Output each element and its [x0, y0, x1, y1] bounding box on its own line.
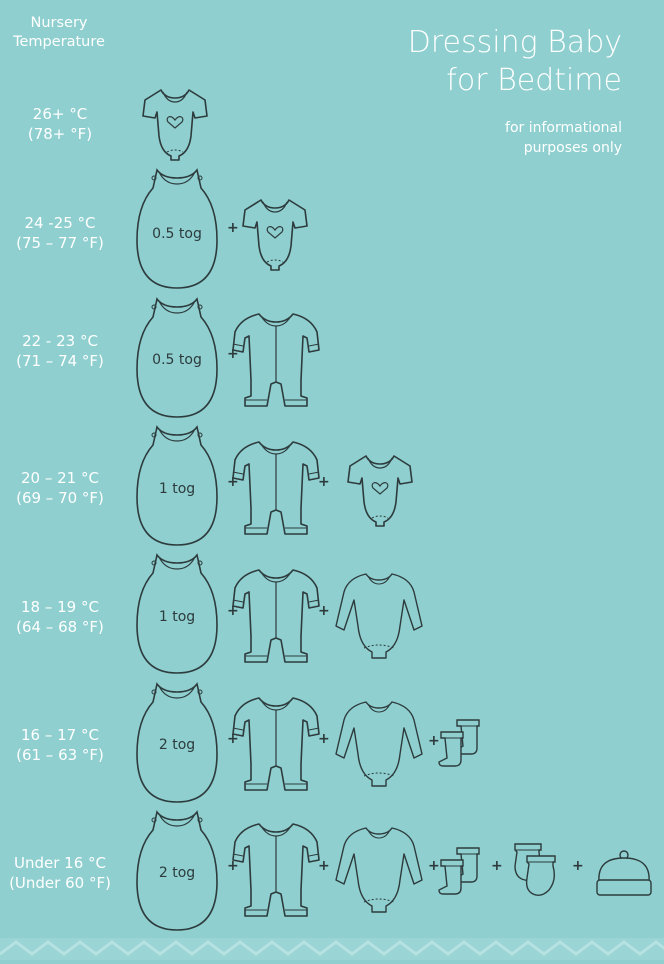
plus-sign: + — [318, 731, 330, 747]
socks-icon — [437, 846, 485, 896]
page-title: Dressing Baby for Bedtime — [408, 24, 622, 100]
disclaimer-line-1: for informational — [505, 120, 622, 136]
celsius-label: Under 16 °C — [14, 854, 106, 872]
sleep-sack-icon: 2 tog — [133, 808, 221, 934]
temperature-column-header: Nursery Temperature — [4, 14, 114, 52]
fahrenheit-label: (61 – 63 °F) — [16, 746, 104, 764]
long-sleeve-bodysuit-icon — [334, 824, 424, 914]
mittens-icon — [511, 842, 559, 898]
tog-rating: 0.5 tog — [152, 226, 202, 242]
plus-sign: + — [318, 858, 330, 874]
celsius-label: 22 - 23 °C — [22, 332, 98, 350]
temperature-label: 22 - 23 °C (71 – 74 °F) — [0, 331, 120, 371]
celsius-label: 20 – 21 °C — [21, 469, 99, 487]
bodysuit-icon — [141, 86, 209, 162]
temperature-label: 26+ °C (78+ °F) — [0, 104, 120, 144]
fahrenheit-label: (75 – 77 °F) — [16, 234, 104, 252]
sleepsuit-icon — [231, 694, 321, 792]
socks-icon — [437, 718, 485, 768]
long-sleeve-bodysuit-icon — [334, 698, 424, 788]
title-line-2: for Bedtime — [446, 63, 622, 98]
plus-sign: + — [318, 474, 330, 490]
sleepsuit-icon — [231, 566, 321, 664]
plus-sign: + — [572, 858, 584, 874]
celsius-label: 18 – 19 °C — [21, 598, 99, 616]
tog-rating: 1 tog — [158, 481, 196, 497]
fahrenheit-label: (69 – 70 °F) — [16, 489, 104, 507]
tog-rating: 0.5 tog — [152, 352, 202, 368]
fahrenheit-label: (64 – 68 °F) — [16, 618, 104, 636]
long-sleeve-bodysuit-icon — [334, 570, 424, 660]
disclaimer: for informational purposes only — [505, 118, 622, 158]
header-line-1: Nursery — [30, 15, 88, 31]
sleepsuit-icon — [231, 438, 321, 536]
celsius-label: 26+ °C — [32, 105, 88, 123]
decorative-footer — [0, 938, 664, 960]
header-line-2: Temperature — [13, 34, 105, 50]
temperature-label: 16 – 17 °C (61 – 63 °F) — [0, 725, 120, 765]
tog-rating: 2 tog — [158, 737, 196, 753]
plus-sign: + — [318, 603, 330, 619]
fahrenheit-label: (71 – 74 °F) — [16, 352, 104, 370]
plus-sign: + — [491, 858, 503, 874]
fahrenheit-label: (Under 60 °F) — [9, 874, 111, 892]
celsius-label: 24 -25 °C — [24, 214, 96, 232]
bodysuit-icon — [241, 196, 309, 272]
sleepsuit-icon — [231, 310, 321, 408]
sleep-sack-icon: 1 tog — [133, 423, 221, 549]
temperature-label: 24 -25 °C (75 – 77 °F) — [0, 213, 120, 253]
tog-rating: 2 tog — [158, 865, 196, 881]
sleep-sack-icon: 2 tog — [133, 680, 221, 806]
title-line-1: Dressing Baby — [407, 25, 622, 60]
temperature-label: 20 – 21 °C (69 – 70 °F) — [0, 468, 120, 508]
disclaimer-line-2: purposes only — [523, 140, 622, 156]
sleep-sack-icon: 0.5 tog — [133, 295, 221, 421]
sleep-sack-icon: 0.5 tog — [133, 166, 221, 292]
sleep-sack-icon: 1 tog — [133, 551, 221, 677]
temperature-label: Under 16 °C (Under 60 °F) — [0, 853, 120, 893]
sleepsuit-icon — [231, 820, 321, 918]
tog-rating: 1 tog — [158, 609, 196, 625]
temperature-label: 18 – 19 °C (64 – 68 °F) — [0, 597, 120, 637]
hat-icon — [593, 850, 655, 898]
celsius-label: 16 – 17 °C — [21, 726, 99, 744]
bodysuit-icon — [346, 452, 414, 528]
fahrenheit-label: (78+ °F) — [27, 125, 93, 143]
plus-sign: + — [227, 220, 239, 236]
